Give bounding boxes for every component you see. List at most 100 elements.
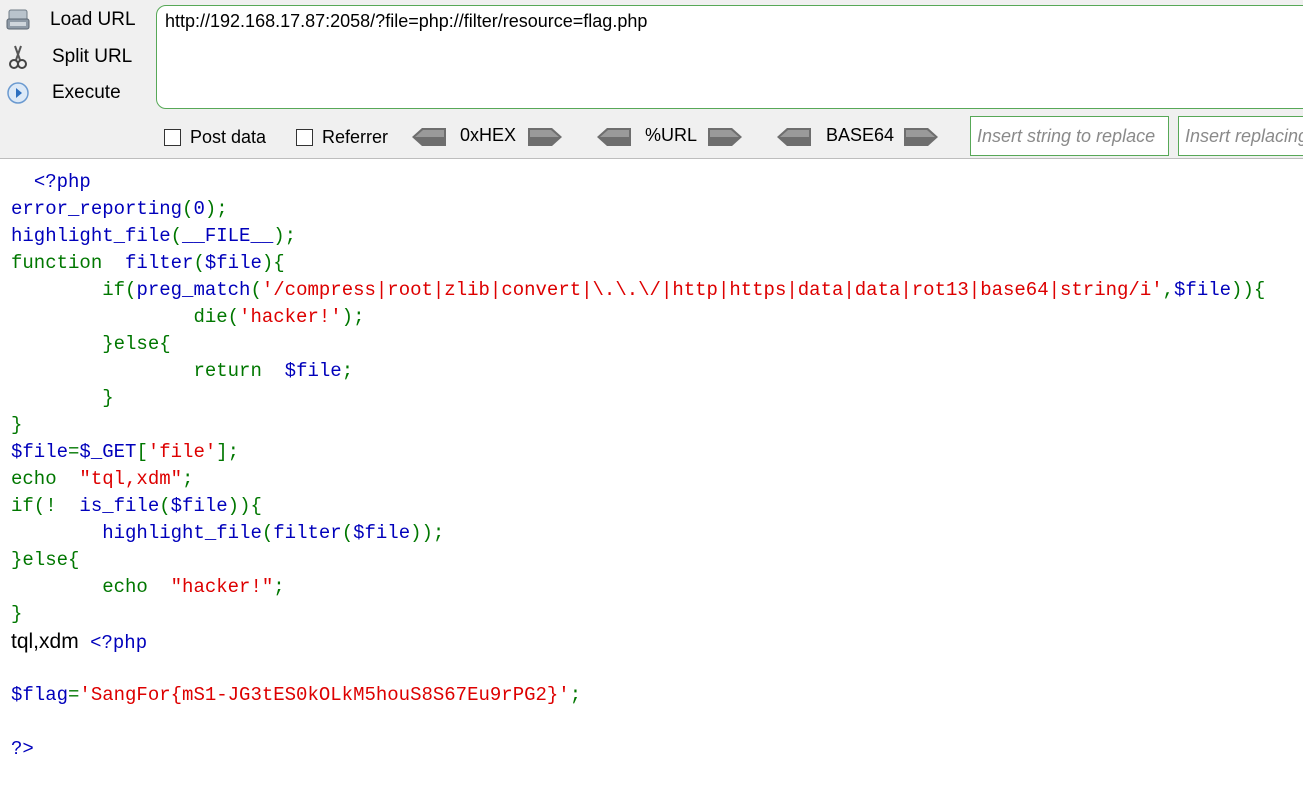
code-line: echo "tql,xdm"; [11, 466, 1265, 493]
code-token: if( [102, 279, 137, 301]
hex-encoder: 0xHEX [412, 125, 564, 149]
code-line: if(! is_file($file)){ [11, 493, 1265, 520]
post-data-checkbox-box[interactable] [164, 128, 181, 146]
code-token: } [11, 414, 23, 436]
hackbar-toolbar: Load URL Split URL Execute http://192.16… [0, 0, 1303, 159]
code-token: $file [353, 522, 411, 544]
hex-encode-arrow-icon[interactable] [528, 128, 562, 146]
code-line: return $file; [11, 358, 1265, 385]
output-php-close: ?> [11, 738, 34, 760]
code-token: = [68, 441, 80, 463]
referrer-checkbox[interactable]: Referrer [296, 125, 388, 149]
code-token: ); [273, 225, 297, 247]
post-data-label: Post data [190, 126, 267, 147]
output-line: tql,xdm <?php [11, 628, 1265, 655]
code-line: $file=$_GET['file']; [11, 439, 1265, 466]
base64-decode-arrow-icon[interactable] [777, 128, 811, 146]
code-line: } [11, 385, 1265, 412]
url-textarea[interactable]: http://192.168.17.87:2058/?file=php://fi… [156, 5, 1303, 109]
code-token: )){ [227, 495, 262, 517]
code-token: [ [136, 441, 148, 463]
flag-line: $flag='SangFor{mS1-JG3tES0kOLkM5houS8S67… [11, 682, 1265, 709]
code-token: <?php [33, 171, 91, 193]
code-token: ( [159, 495, 171, 517]
load-url-button[interactable]: Load URL [6, 5, 146, 35]
code-token: ); [204, 198, 228, 220]
hex-decode-arrow-icon[interactable] [412, 128, 446, 146]
code-line: ?> [11, 736, 1265, 763]
code-token: )); [410, 522, 445, 544]
code-line: function filter($file){ [11, 250, 1265, 277]
code-token: return [193, 360, 262, 382]
code-token: highlight_file [11, 225, 171, 247]
hex-label: 0xHEX [460, 125, 517, 145]
url-decode-arrow-icon[interactable] [597, 128, 631, 146]
url-encode-arrow-icon[interactable] [708, 128, 742, 146]
code-line: } [11, 601, 1265, 628]
code-token: '/compress|root|zlib|convert|\.\.\/|http… [261, 279, 1163, 301]
replace-with-input[interactable]: Insert replacing string [1178, 116, 1303, 156]
code-line: die('hacker!'); [11, 304, 1265, 331]
code-line: }else{ [11, 331, 1265, 358]
code-token: "hacker!" [170, 576, 274, 598]
code-token: filter [273, 522, 342, 544]
code-token: 'hacker!' [239, 306, 342, 328]
code-token: if(! [11, 495, 57, 517]
code-line: highlight_file(filter($file)); [11, 520, 1265, 547]
code-line: error_reporting(0); [11, 196, 1265, 223]
play-icon [6, 81, 30, 105]
url-encode-label: %URL [645, 125, 698, 145]
referrer-label: Referrer [322, 126, 389, 147]
code-token: ); [341, 306, 365, 328]
code-token: function [11, 252, 103, 274]
replace-find-input[interactable]: Insert string to replace [970, 116, 1169, 156]
split-url-button[interactable]: Split URL [6, 42, 146, 72]
load-url-icon [6, 8, 30, 32]
base64-encoder: BASE64 [777, 125, 943, 149]
code-token: ; [569, 684, 582, 706]
post-data-checkbox[interactable]: Post data [164, 125, 266, 149]
code-token: ; [182, 468, 194, 490]
code-line: <?php [11, 169, 1265, 196]
code-token: , [1162, 279, 1175, 301]
referrer-checkbox-box[interactable] [296, 128, 313, 146]
split-url-label: Split URL [52, 46, 133, 67]
code-token: filter [125, 252, 194, 274]
code-token: $_GET [79, 441, 137, 463]
code-token: ( [341, 522, 354, 544]
code-line: } [11, 412, 1265, 439]
code-token: ]; [216, 441, 240, 463]
load-url-label: Load URL [50, 9, 136, 30]
code-token: $file [11, 441, 69, 463]
code-token: )){ [1231, 279, 1266, 301]
code-line: echo "hacker!"; [11, 574, 1265, 601]
code-token: is_file [79, 495, 160, 517]
code-token: highlight_file [102, 522, 262, 544]
code-token: }else{ [11, 549, 80, 571]
base64-label: BASE64 [826, 125, 895, 145]
echo-output: tql,xdm [11, 630, 79, 653]
code-token: preg_match [136, 279, 251, 301]
code-token: $file [170, 495, 228, 517]
code-token: __FILE__ [182, 225, 274, 247]
code-token: ( [193, 252, 205, 274]
code-token: ( [250, 279, 262, 301]
code-token: 0 [193, 198, 205, 220]
code-token: error_reporting [11, 198, 183, 220]
code-token: ( [170, 225, 183, 247]
code-token: ){ [261, 252, 285, 274]
code-token: echo [102, 576, 148, 598]
code-token: }else{ [102, 333, 171, 355]
code-token: ; [341, 360, 354, 382]
code-line: highlight_file(__FILE__); [11, 223, 1265, 250]
output-php-open: <?php [90, 632, 148, 654]
url-encoder: %URL [597, 125, 747, 149]
code-token: } [102, 387, 114, 409]
code-line: }else{ [11, 547, 1265, 574]
flag-variable: $flag [11, 684, 69, 706]
execute-button[interactable]: Execute [6, 78, 146, 108]
code-token: 'file' [147, 441, 217, 463]
base64-encode-arrow-icon[interactable] [904, 128, 938, 146]
code-token: ( [182, 198, 194, 220]
